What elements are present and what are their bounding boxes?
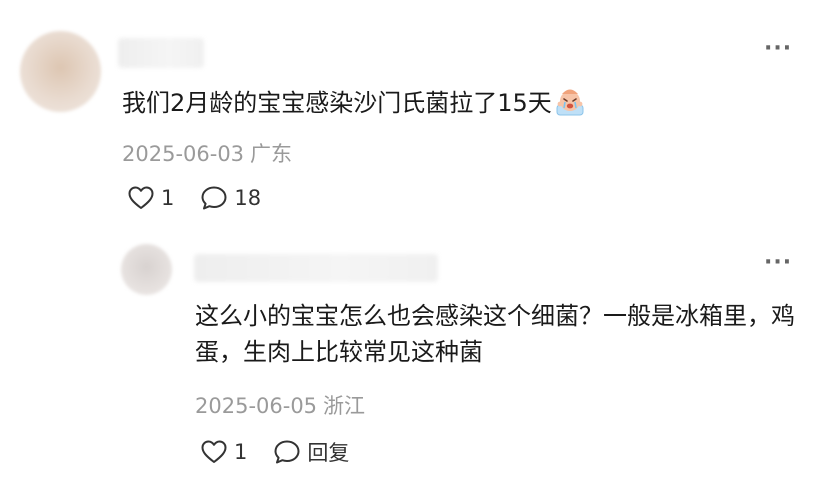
like-button[interactable]: 1 xyxy=(127,185,174,211)
reply-like-count: 1 xyxy=(234,440,248,464)
reply-text: 这么小的宝宝怎么也会感染这个细菌？一般是冰箱里，鸡蛋，生肉上比较常见这种菌 xyxy=(195,302,795,366)
reply-reply-button[interactable]: 回复 xyxy=(273,437,349,467)
reply-like-button[interactable]: 1 xyxy=(200,439,247,465)
reply-count: 18 xyxy=(234,186,262,210)
reply-label: 回复 xyxy=(307,441,350,465)
comment-date: 2025-06-03 xyxy=(122,142,245,166)
comment-meta: 2025-06-03 广东 xyxy=(122,138,292,168)
comment-location: 广东 xyxy=(250,142,293,166)
reply-date: 2025-06-05 xyxy=(195,394,318,418)
replier-avatar[interactable] xyxy=(121,244,172,295)
replier-name[interactable] xyxy=(194,254,438,282)
commenter-avatar[interactable] xyxy=(20,31,101,112)
reply-button[interactable]: 18 xyxy=(200,185,261,211)
reply-more-options-button[interactable]: ··· xyxy=(764,252,792,274)
more-options-button[interactable]: ··· xyxy=(764,38,792,60)
reply-meta: 2025-06-05 浙江 xyxy=(195,390,365,420)
reply-location: 浙江 xyxy=(323,394,366,418)
comment-text-body: 我们2月龄的宝宝感染沙门氏菌拉了15天 xyxy=(122,89,552,117)
reply-actions: 1 回复 xyxy=(200,437,349,467)
commenter-name[interactable] xyxy=(118,38,204,68)
heart-icon xyxy=(128,186,154,209)
comment-actions: 1 18 xyxy=(127,185,261,211)
heart-icon xyxy=(201,440,227,463)
comment-bubble-icon xyxy=(274,440,300,464)
like-count: 1 xyxy=(161,186,175,210)
comment-bubble-icon xyxy=(201,186,227,210)
crying-face-icon xyxy=(554,85,586,127)
comment-text: 我们2月龄的宝宝感染沙门氏菌拉了15天 xyxy=(122,85,772,127)
